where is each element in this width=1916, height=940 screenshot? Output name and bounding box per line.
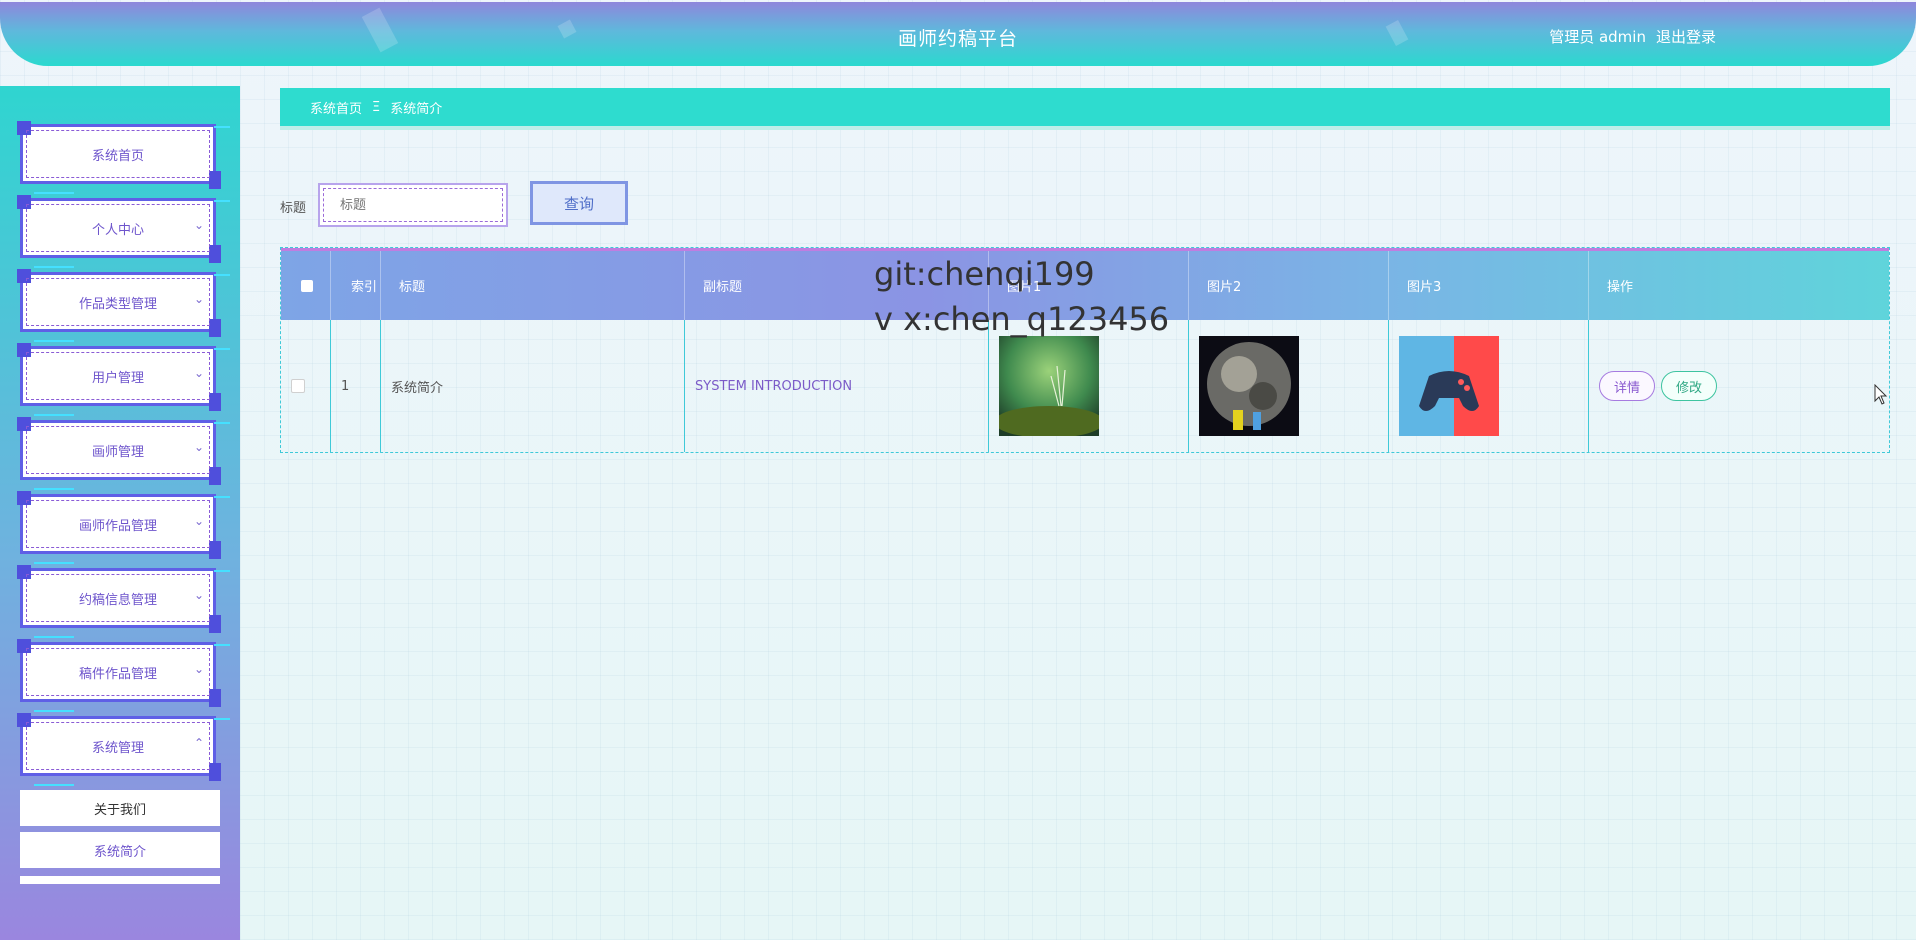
sidebar-item-label: 约稿信息管理 <box>78 592 157 608</box>
sidebar-item-users[interactable]: 用户管理 ⌄ <box>17 343 230 416</box>
header-select-all[interactable] <box>281 251 331 320</box>
select-all-checkbox[interactable] <box>301 279 313 292</box>
admin-user-label: 管理员 admin <box>1549 28 1646 46</box>
chevron-down-icon: ⌄ <box>193 588 204 602</box>
planet-thumbnail-image[interactable] <box>1199 336 1299 436</box>
detail-button[interactable]: 详情 <box>1599 371 1656 401</box>
submenu-about-us[interactable]: 关于我们 <box>20 790 220 826</box>
submenu-system-intro[interactable]: 系统简介 <box>20 832 220 868</box>
breadcrumb-separator-icon: Ξ <box>372 99 381 115</box>
sidebar-item-label: 个人中心 <box>91 222 144 238</box>
chevron-down-icon: ⌄ <box>193 440 204 454</box>
sidebar-item-painters[interactable]: 画师管理 ⌄ <box>17 417 230 490</box>
cell-subtitle: SYSTEM INTRODUCTION <box>685 320 989 452</box>
data-table: 索引 标题 副标题 图片1 图片2 图片3 操作 1 系统简介 SYSTEM I… <box>280 247 1890 453</box>
sidebar: 系统首页 个人中心 ⌄ 作品类型管理 ⌄ 用户管理 ⌄ 画师管理 ⌄ 画师作品管… <box>0 86 240 940</box>
row-select-cell <box>281 320 331 452</box>
cell-image3 <box>1389 320 1589 452</box>
sidebar-item-work-type[interactable]: 作品类型管理 ⌄ <box>17 269 230 342</box>
column-header-index: 索引 <box>331 251 381 320</box>
search-label: 标题 <box>280 201 307 216</box>
game-controller-thumbnail-image[interactable] <box>1399 336 1499 436</box>
sidebar-item-manuscripts[interactable]: 稿件作品管理 ⌄ <box>17 639 230 712</box>
sidebar-item-system[interactable]: 系统管理 ⌃ <box>17 713 230 786</box>
cell-image2 <box>1189 320 1389 452</box>
cell-index: 1 <box>331 320 381 452</box>
top-header: 画师约稿平台 管理员 admin 退出登录 <box>0 2 1916 66</box>
sidebar-item-label: 画师管理 <box>91 444 144 460</box>
cell-actions: 详情 修改 <box>1589 320 1889 452</box>
chevron-up-icon: ⌃ <box>193 736 204 750</box>
sidebar-item-label: 作品类型管理 <box>78 296 157 312</box>
cell-image1 <box>989 320 1189 452</box>
chevron-down-icon: ⌄ <box>193 366 204 380</box>
column-header-image3: 图片3 <box>1389 251 1589 320</box>
sidebar-item-label: 稿件作品管理 <box>78 666 157 682</box>
column-header-subtitle: 副标题 <box>685 251 989 320</box>
breadcrumb-home[interactable]: 系统首页 <box>310 98 362 117</box>
chevron-down-icon: ⌄ <box>193 662 204 676</box>
sidebar-item-label: 系统管理 <box>91 740 144 756</box>
sidebar-item-home[interactable]: 系统首页 <box>17 121 230 194</box>
column-header-actions: 操作 <box>1607 280 1634 295</box>
table-body: 1 系统简介 SYSTEM INTRODUCTION 详情 修改 <box>281 320 1889 452</box>
logout-link[interactable]: 退出登录 <box>1656 26 1716 47</box>
sidebar-item-commissions[interactable]: 约稿信息管理 ⌄ <box>17 565 230 638</box>
search-field-wrapper <box>318 183 508 227</box>
table-header: 索引 标题 副标题 图片1 图片2 图片3 操作 <box>281 248 1889 320</box>
chevron-down-icon: ⌄ <box>193 292 204 306</box>
chevron-down-icon: ⌄ <box>193 514 204 528</box>
cell-title: 系统简介 <box>381 320 685 452</box>
nature-thumbnail-image[interactable] <box>999 336 1099 436</box>
sidebar-item-label: 系统首页 <box>91 148 144 164</box>
row-checkbox[interactable] <box>291 379 305 393</box>
breadcrumb-current: 系统简介 <box>390 101 443 117</box>
mouse-cursor-icon <box>1874 384 1888 405</box>
sidebar-item-label: 用户管理 <box>91 370 144 386</box>
sidebar-item-personal-center[interactable]: 个人中心 ⌄ <box>17 195 230 268</box>
chevron-down-icon: ⌄ <box>193 218 204 232</box>
sidebar-item-painter-works[interactable]: 画师作品管理 ⌄ <box>17 491 230 564</box>
column-header-image1: 图片1 <box>989 251 1189 320</box>
breadcrumb: 系统首页 Ξ 系统简介 <box>280 88 1890 130</box>
query-button[interactable]: 查询 <box>530 181 628 225</box>
edit-button[interactable]: 修改 <box>1661 371 1718 401</box>
column-header-title: 标题 <box>381 251 685 320</box>
title-search-input[interactable] <box>323 188 503 222</box>
column-header-image2: 图片2 <box>1189 251 1389 320</box>
sidebar-item-label: 画师作品管理 <box>78 518 157 534</box>
